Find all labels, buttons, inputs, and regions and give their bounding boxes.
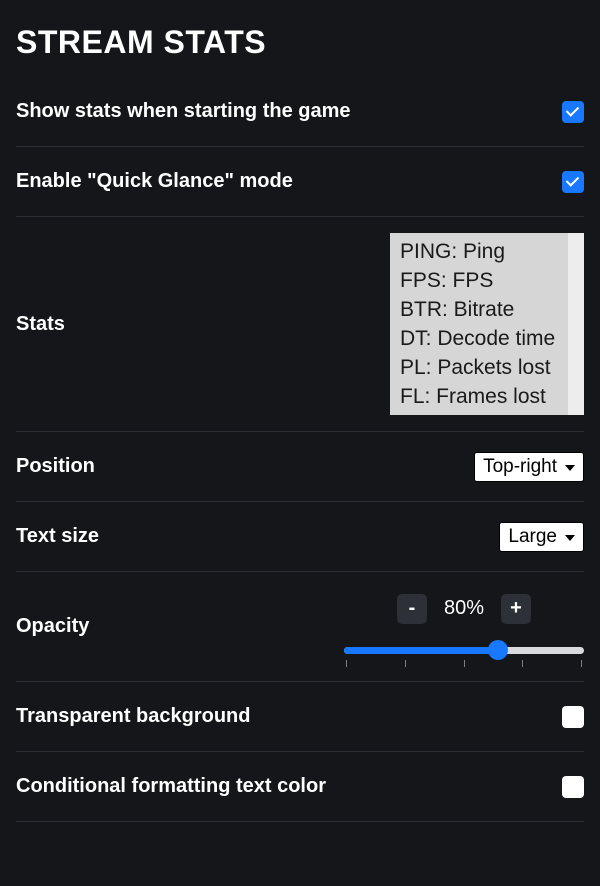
section-title: STREAM STATS [16, 0, 584, 77]
slider-tick [581, 660, 582, 667]
row-text-size: Text size Large [16, 502, 584, 572]
cond-fmt-checkbox[interactable] [562, 776, 584, 798]
stats-multiselect[interactable]: PING: PingFPS: FPSBTR: BitrateDT: Decode… [390, 233, 584, 415]
quick-glance-checkbox[interactable] [562, 171, 584, 193]
position-label: Position [16, 455, 95, 478]
stats-list-item[interactable]: BTR: Bitrate [400, 295, 558, 324]
position-select-wrap: Top-right [474, 452, 584, 482]
cond-fmt-label: Conditional formatting text color [16, 775, 326, 798]
row-opacity: Opacity - 80% + [16, 572, 584, 682]
row-show-on-start: Show stats when starting the game [16, 77, 584, 147]
transparent-bg-checkbox[interactable] [562, 706, 584, 728]
stats-scrollbar[interactable] [568, 233, 584, 415]
stats-list-item[interactable]: PL: Packets lost [400, 353, 558, 382]
position-select[interactable]: Top-right [474, 452, 584, 482]
slider-tick [405, 660, 406, 667]
slider-tick [464, 660, 465, 667]
row-position: Position Top-right [16, 432, 584, 502]
show-on-start-checkbox[interactable] [562, 101, 584, 123]
opacity-controls: - 80% + [344, 594, 584, 660]
row-stats: Stats PING: PingFPS: FPSBTR: BitrateDT: … [16, 217, 584, 432]
opacity-value: 80% [441, 597, 487, 620]
slider-tick [346, 660, 347, 667]
quick-glance-label: Enable "Quick Glance" mode [16, 170, 293, 193]
slider-ticks [344, 660, 584, 667]
opacity-stepper: - 80% + [397, 594, 531, 624]
row-quick-glance: Enable "Quick Glance" mode [16, 147, 584, 217]
opacity-slider[interactable] [344, 640, 584, 660]
transparent-bg-label: Transparent background [16, 705, 251, 728]
row-cond-fmt: Conditional formatting text color [16, 752, 584, 822]
stats-label: Stats [16, 313, 65, 336]
opacity-label: Opacity [16, 615, 89, 638]
stats-list[interactable]: PING: PingFPS: FPSBTR: BitrateDT: Decode… [390, 233, 568, 415]
text-size-select[interactable]: Large [499, 522, 584, 552]
text-size-select-wrap: Large [499, 522, 584, 552]
slider-fill [344, 647, 498, 654]
slider-tick [522, 660, 523, 667]
stats-list-item[interactable]: FL: Frames lost [400, 382, 558, 411]
opacity-minus-button[interactable]: - [397, 594, 427, 624]
show-on-start-label: Show stats when starting the game [16, 100, 351, 123]
stats-list-item[interactable]: DT: Decode time [400, 324, 558, 353]
row-transparent-bg: Transparent background [16, 682, 584, 752]
slider-thumb[interactable] [488, 640, 508, 660]
stats-list-item[interactable]: FPS: FPS [400, 266, 558, 295]
stats-list-item[interactable]: PING: Ping [400, 237, 558, 266]
text-size-label: Text size [16, 525, 99, 548]
opacity-plus-button[interactable]: + [501, 594, 531, 624]
